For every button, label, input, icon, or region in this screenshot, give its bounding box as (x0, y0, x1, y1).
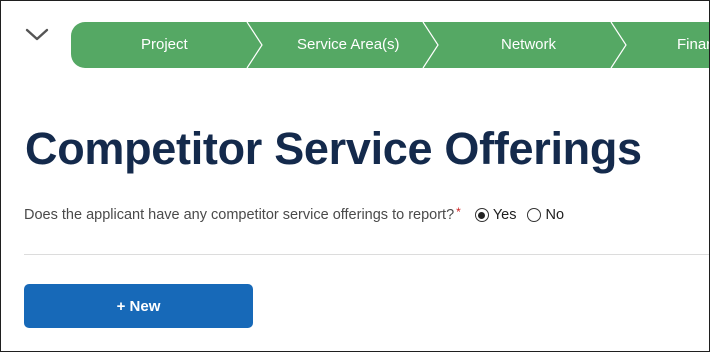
section-divider (24, 254, 709, 255)
radio-no-circle[interactable] (527, 208, 542, 222)
radio-no-label[interactable]: No (545, 207, 564, 223)
question-text: Does the applicant have any competitor s… (24, 207, 455, 223)
page-title: Competitor Service Offerings (25, 123, 642, 174)
page-frame: Project Service Area(s) Network Finar Co… (0, 0, 710, 352)
step-project[interactable]: Project (141, 22, 188, 68)
required-marker: * (456, 205, 461, 219)
radio-yes[interactable]: Yes (474, 207, 517, 223)
radio-yes-label[interactable]: Yes (493, 207, 517, 223)
step-network[interactable]: Network (501, 22, 556, 68)
competitor-question: Does the applicant have any competitor s… (24, 204, 564, 226)
progress-stepper: Project Service Area(s) Network Finar (71, 22, 709, 68)
step-financial[interactable]: Finar (677, 22, 709, 68)
step-service-areas[interactable]: Service Area(s) (297, 22, 400, 68)
new-button[interactable]: + New (24, 284, 253, 328)
chevron-down-icon[interactable] (23, 23, 51, 45)
radio-yes-circle[interactable] (474, 208, 489, 222)
radio-no[interactable]: No (527, 207, 564, 223)
